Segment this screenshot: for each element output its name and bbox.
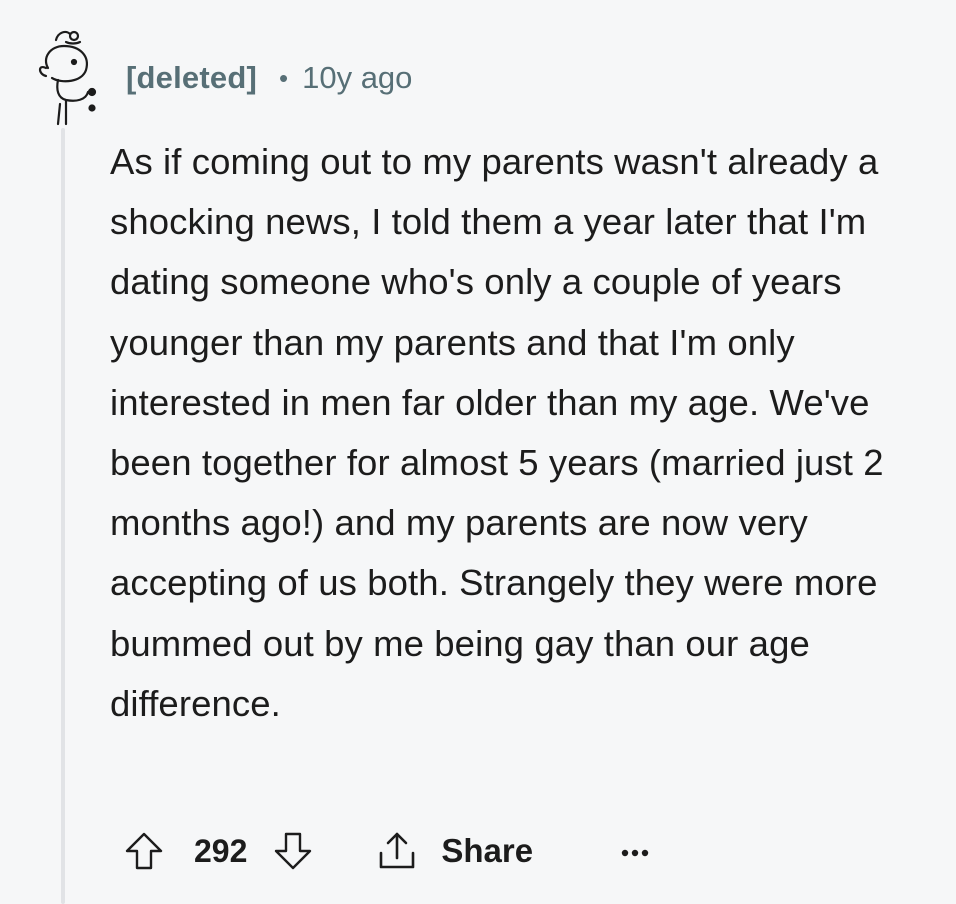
arrow-up-icon <box>125 832 163 870</box>
vote-score: 292 <box>194 832 248 869</box>
thread-line[interactable] <box>61 128 65 904</box>
more-options-icon <box>621 849 649 857</box>
share-icon <box>380 832 415 869</box>
comment-actions: 292 Share <box>122 824 657 878</box>
comment-header: [deleted] • 10y ago <box>126 56 412 100</box>
more-options-button[interactable] <box>613 829 657 873</box>
upvote-button[interactable] <box>122 829 166 873</box>
arrow-down-icon <box>275 832 312 870</box>
share-button[interactable]: Share <box>375 829 533 873</box>
share-label: Share <box>441 832 534 869</box>
meta-separator: • <box>278 62 289 93</box>
comment-body: As if coming out to my parents wasn't al… <box>110 141 884 724</box>
comment: [deleted] • 10y ago As if coming out to … <box>0 0 956 904</box>
snoo-avatar-icon[interactable] <box>36 28 100 128</box>
comment-author[interactable]: [deleted] <box>126 60 257 96</box>
downvote-button[interactable] <box>271 829 315 873</box>
comment-timestamp: 10y ago <box>302 60 413 95</box>
